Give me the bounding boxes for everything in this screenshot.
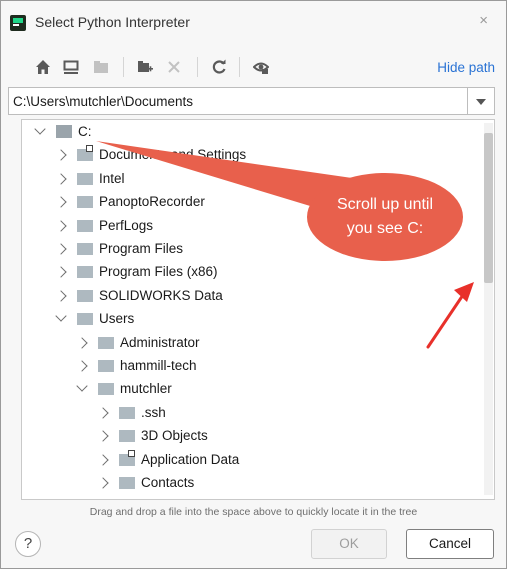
- scrollbar-thumb[interactable]: [484, 133, 493, 283]
- folder-icon: [77, 289, 93, 302]
- chevron-right-icon[interactable]: [97, 477, 109, 489]
- tree-item-label: C:: [78, 124, 92, 139]
- close-icon[interactable]: ×: [479, 12, 488, 29]
- chevron-right-icon[interactable]: [97, 430, 109, 442]
- chevron-down-icon[interactable]: [55, 310, 67, 322]
- tree-item[interactable]: C:: [34, 122, 464, 144]
- tree-item-label: Program Files (x86): [99, 264, 218, 280]
- tree-item-label: PerfLogs: [99, 217, 154, 233]
- tree-scrollbar[interactable]: [484, 123, 493, 495]
- folder-icon: [77, 172, 93, 185]
- chevron-right-icon[interactable]: [55, 290, 67, 302]
- help-button[interactable]: ?: [15, 531, 41, 557]
- folder-shortcut-icon: [119, 449, 135, 466]
- tree-item-label: Contacts: [141, 475, 195, 490]
- folder-icon: [77, 313, 93, 326]
- folder-icon: [98, 360, 114, 372]
- tree-item[interactable]: Program Files: [55, 239, 485, 261]
- tree-item-label: .ssh: [141, 404, 166, 420]
- callout-text: Scroll up until you see C:: [312, 193, 458, 241]
- folder-icon: [77, 266, 93, 279]
- folder-icon: [119, 406, 135, 419]
- desktop-icon[interactable]: [63, 59, 79, 75]
- tree-item[interactable]: Contacts: [97, 473, 494, 495]
- select-interpreter-dialog: Select Python Interpreter × Hide path C:…: [0, 0, 507, 569]
- toolbar-separator: [239, 57, 240, 77]
- folder-icon: [119, 477, 135, 489]
- tree-item[interactable]: Users: [55, 309, 485, 331]
- tree-item[interactable]: .ssh: [97, 403, 494, 425]
- tree-item-label: Administrator: [120, 334, 200, 350]
- folder-icon: [98, 383, 114, 396]
- chevron-right-icon[interactable]: [55, 266, 67, 279]
- cancel-button[interactable]: Cancel: [406, 529, 494, 559]
- chevron-right-icon[interactable]: [76, 336, 88, 349]
- chevron-down-icon[interactable]: [76, 380, 88, 393]
- chevron-down-icon[interactable]: [467, 88, 494, 114]
- tree-item-label: Application Data: [141, 451, 240, 467]
- chevron-right-icon[interactable]: [97, 453, 109, 466]
- tree-item-label: mutchler: [120, 381, 172, 397]
- dialog-title: Select Python Interpreter: [35, 14, 190, 30]
- tree-item-label: PanoptoRecorder: [99, 194, 205, 210]
- tree-item-label: Users: [99, 311, 135, 327]
- tree-item[interactable]: 3D Objects: [97, 426, 494, 448]
- callout-line-1: Scroll up until: [336, 196, 434, 213]
- delete-icon[interactable]: [166, 59, 182, 75]
- show-hidden-icon[interactable]: [253, 59, 269, 75]
- tree-item[interactable]: Administrator: [76, 333, 494, 355]
- ok-button[interactable]: OK: [311, 529, 387, 559]
- chevron-right-icon[interactable]: [55, 149, 67, 162]
- tree-item[interactable]: SOLIDWORKS Data: [55, 286, 485, 308]
- tree-item[interactable]: Application Data: [97, 449, 494, 472]
- toolbar: Hide path: [1, 51, 506, 83]
- refresh-icon[interactable]: [211, 59, 227, 75]
- chevron-right-icon[interactable]: [55, 219, 67, 232]
- tree-item-label: hammill-tech: [120, 358, 197, 373]
- callout-line-2: you see C:: [346, 220, 424, 237]
- tree-item[interactable]: mutchler: [76, 379, 494, 401]
- file-tree[interactable]: C: Documents and Settings Intel PanoptoReco…: [21, 119, 495, 500]
- path-input[interactable]: [9, 88, 467, 114]
- home-icon[interactable]: [35, 59, 51, 75]
- drive-icon: [56, 125, 72, 138]
- chevron-right-icon[interactable]: [97, 407, 109, 419]
- folder-icon: [119, 430, 135, 443]
- folder-shortcut-icon: [77, 145, 93, 162]
- chevron-right-icon[interactable]: [55, 173, 67, 185]
- folder-icon: [77, 196, 93, 209]
- tree-item[interactable]: Program Files (x86): [55, 262, 485, 284]
- path-combobox[interactable]: [8, 87, 495, 115]
- chevron-down-icon[interactable]: [34, 123, 46, 135]
- tree-item[interactable]: hammill-tech: [76, 356, 494, 378]
- pycharm-icon: [10, 15, 26, 31]
- tree-item[interactable]: Documents and Settings: [55, 145, 485, 167]
- tree-item[interactable]: Intel: [55, 169, 485, 191]
- new-folder-icon[interactable]: [137, 59, 153, 75]
- tree-item-label: 3D Objects: [141, 428, 208, 444]
- chevron-right-icon[interactable]: [55, 243, 67, 255]
- folder-icon: [77, 219, 93, 232]
- tree-item-label: Intel: [99, 170, 125, 186]
- folder-icon: [98, 336, 114, 349]
- toolbar-separator: [123, 57, 124, 77]
- tree-item-label: Program Files: [99, 241, 184, 256]
- chevron-right-icon[interactable]: [76, 360, 88, 372]
- hide-path-link[interactable]: Hide path: [437, 60, 495, 75]
- title-bar: Select Python Interpreter ×: [1, 1, 506, 45]
- folder-icon: [77, 243, 93, 255]
- drag-drop-hint: Drag and drop a file into the space abov…: [89, 506, 418, 518]
- toolbar-separator: [197, 57, 198, 77]
- tree-item-label: SOLIDWORKS Data: [99, 287, 223, 303]
- project-icon[interactable]: [93, 59, 109, 75]
- chevron-right-icon[interactable]: [55, 196, 67, 208]
- tree-item-label: Documents and Settings: [99, 147, 247, 163]
